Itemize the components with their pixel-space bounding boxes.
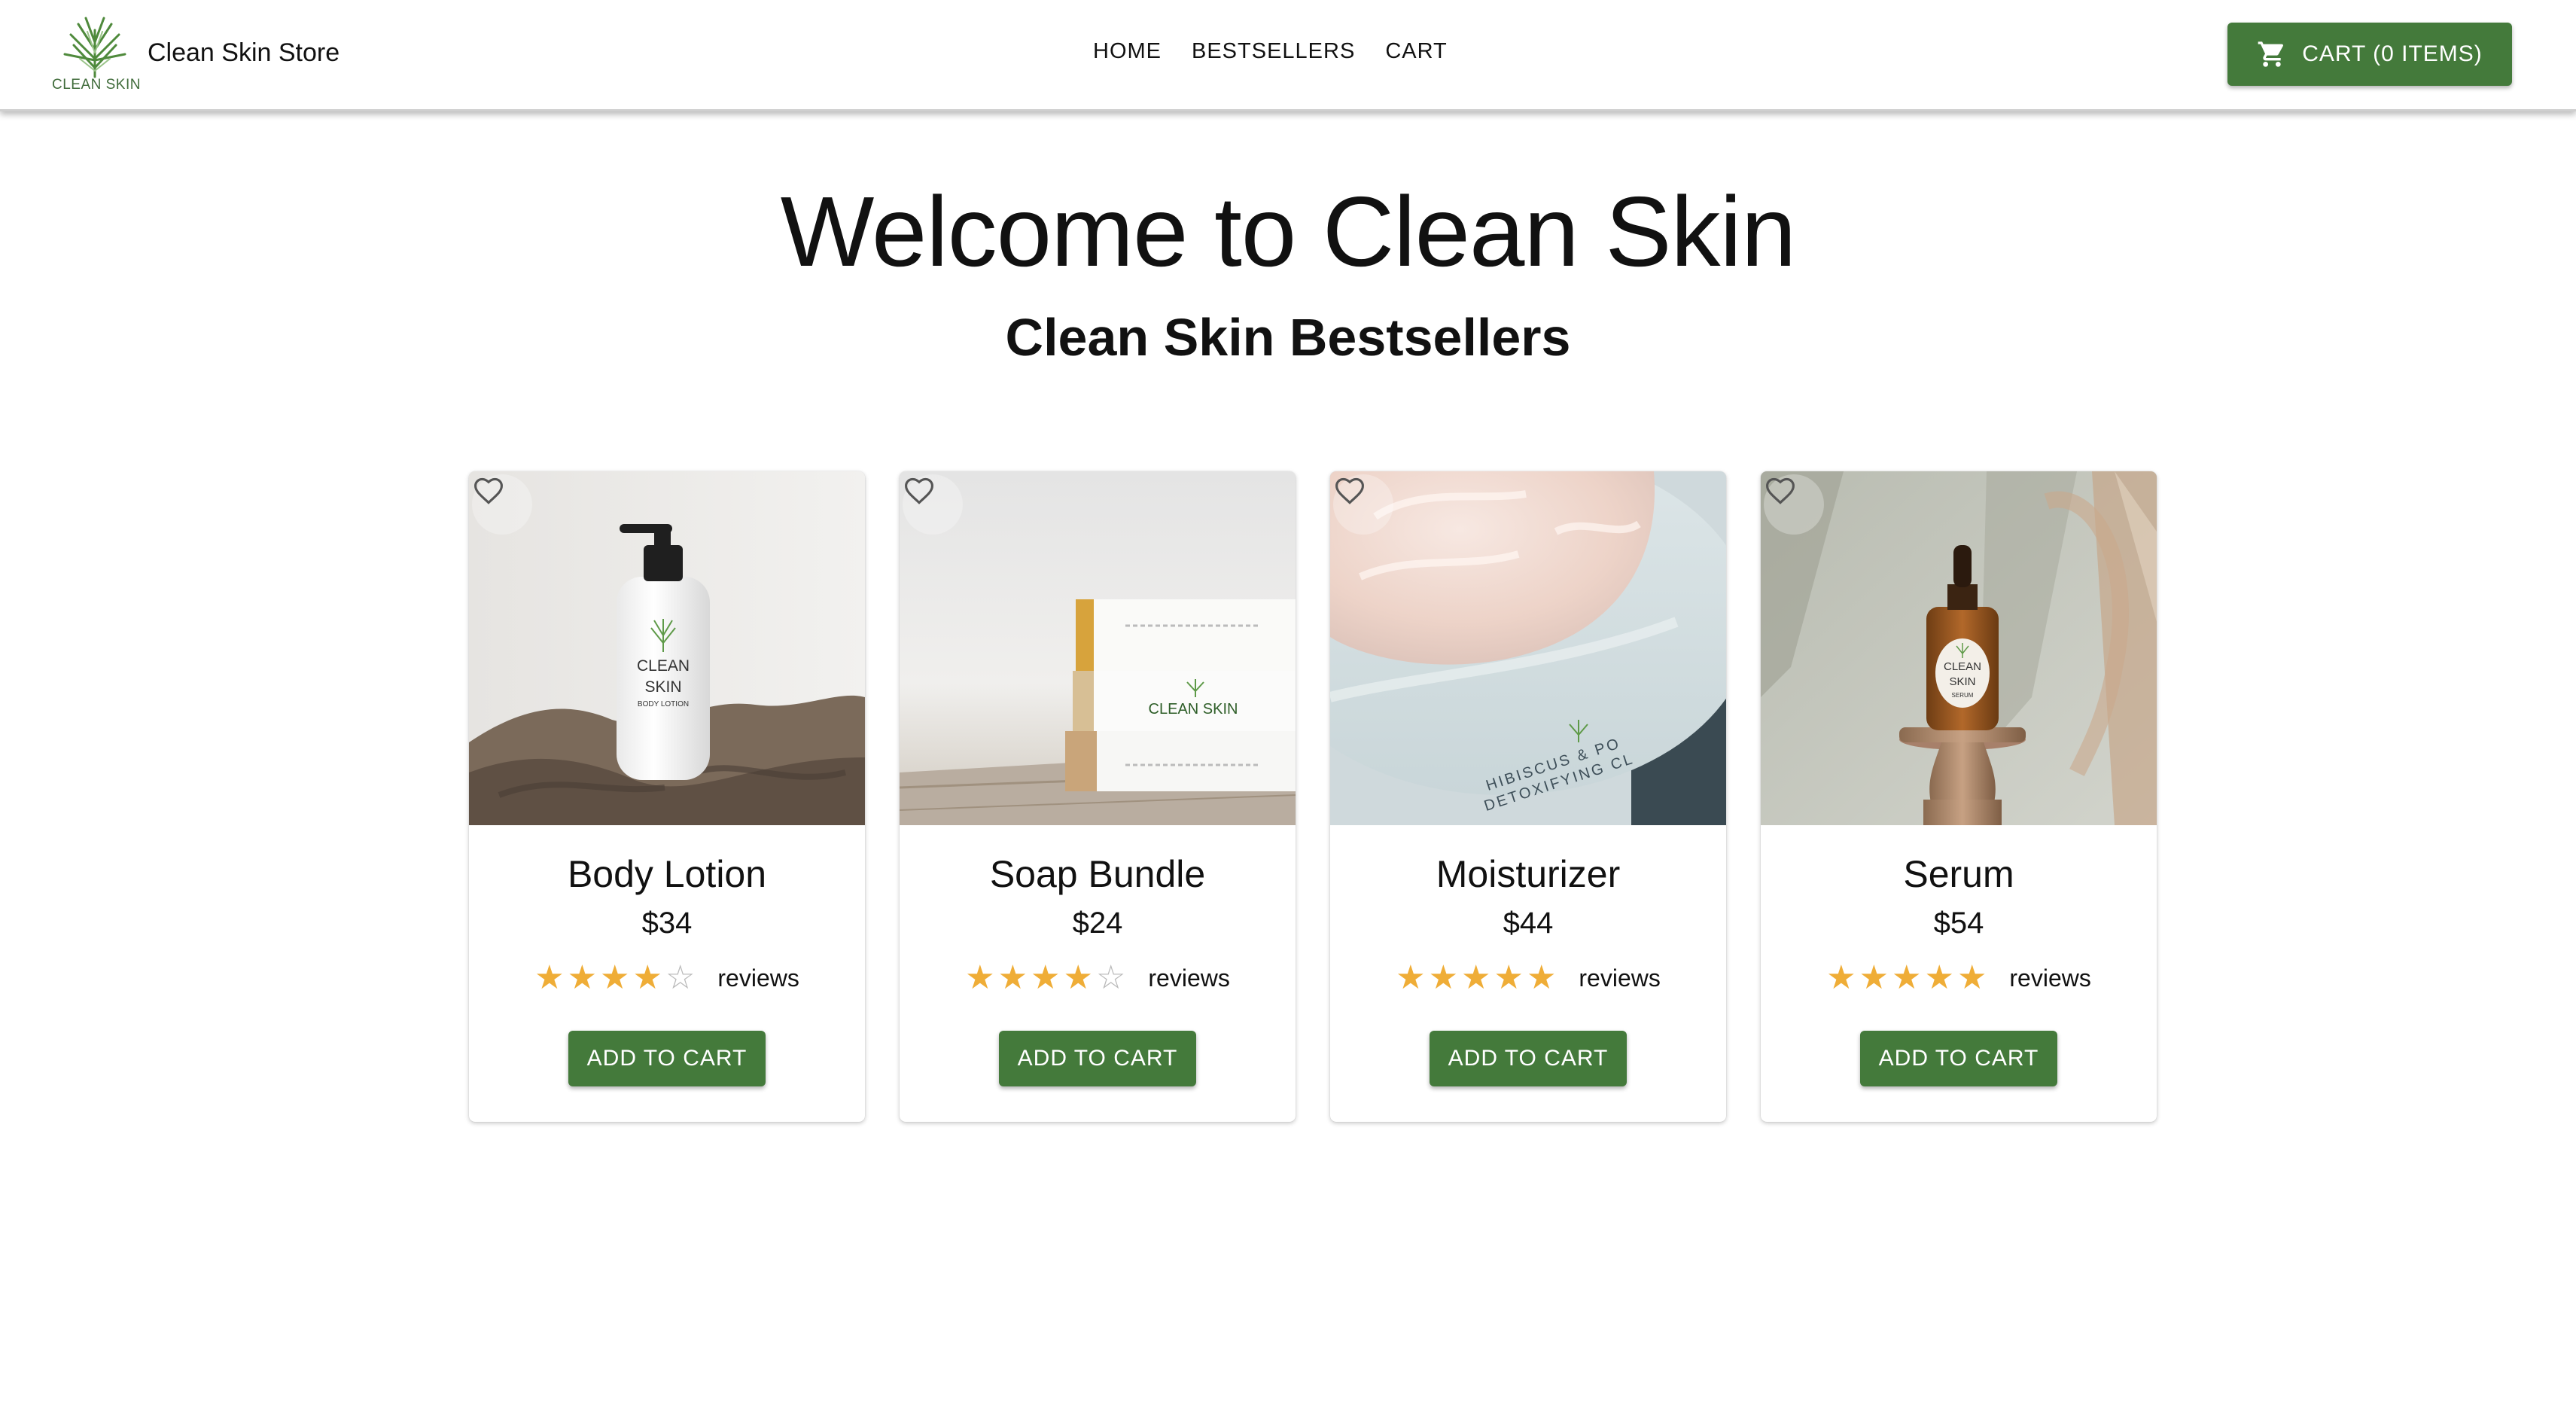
reviews-label: reviews xyxy=(2009,964,2091,992)
heart-icon xyxy=(905,477,933,504)
add-to-cart-button[interactable]: ADD TO CART xyxy=(1430,1031,1627,1086)
star-full-icon[interactable]: ★ xyxy=(1063,961,1092,995)
serum-photo: CLEAN SKIN SERUM xyxy=(1761,471,2157,825)
rating-row: ★ ★ ★ ★ ☆ reviews xyxy=(469,961,865,995)
star-full-icon[interactable]: ★ xyxy=(1461,961,1490,995)
star-rating[interactable]: ★ ★ ★ ★ ☆ xyxy=(534,961,695,995)
add-to-cart-button[interactable]: ADD TO CART xyxy=(999,1031,1196,1086)
cart-button-label: CART (0 ITEMS) xyxy=(2302,41,2483,66)
product-name: Soap Bundle xyxy=(989,853,1206,895)
favorite-button[interactable] xyxy=(472,474,532,535)
rating-row: ★ ★ ★ ★ ☆ reviews xyxy=(900,961,1296,995)
logo-text: CLEAN SKIN xyxy=(52,77,141,93)
reviews-label: reviews xyxy=(1148,964,1230,992)
star-full-icon[interactable]: ★ xyxy=(568,961,597,995)
soap-label: CLEAN SKIN xyxy=(1149,701,1238,718)
product-image[interactable]: CLEAN SKIN SERUM xyxy=(1761,471,2157,825)
star-full-icon[interactable]: ★ xyxy=(1527,961,1556,995)
star-full-icon[interactable]: ★ xyxy=(1494,961,1523,995)
rating-row: ★ ★ ★ ★ ★ reviews xyxy=(1761,961,2157,995)
bottle-label-line3: BODY LOTION xyxy=(638,700,689,708)
product-price: $34 xyxy=(641,906,693,940)
star-full-icon[interactable]: ★ xyxy=(1826,961,1856,995)
main-nav: HOME BESTSELLERS CART xyxy=(1093,39,1448,64)
bottle-label-line2: SKIN xyxy=(644,678,681,696)
heart-icon xyxy=(1335,477,1364,504)
star-full-icon[interactable]: ★ xyxy=(534,961,564,995)
reviews-label: reviews xyxy=(1579,964,1661,992)
product-name: Moisturizer xyxy=(1436,853,1621,895)
product-card-soap-bundle: CLEAN SKIN Soap Bundle $24 ★ ★ ★ ★ ☆ rev… xyxy=(900,471,1296,1122)
star-rating[interactable]: ★ ★ ★ ★ ★ xyxy=(1826,961,1987,995)
nav-bestsellers-link[interactable]: BESTSELLERS xyxy=(1192,39,1355,64)
page-title: Welcome to Clean Skin xyxy=(780,176,1797,287)
store-logo[interactable]: CLEAN SKIN xyxy=(50,15,143,93)
leaf-logo-icon xyxy=(63,17,126,78)
product-image[interactable]: CLEAN SKIN xyxy=(900,471,1296,825)
product-price: $54 xyxy=(1933,906,1984,940)
star-full-icon[interactable]: ★ xyxy=(1859,961,1889,995)
product-name: Serum xyxy=(1903,853,2014,895)
product-price: $44 xyxy=(1503,906,1554,940)
favorite-button[interactable] xyxy=(1333,474,1393,535)
star-empty-icon[interactable]: ☆ xyxy=(1096,961,1125,995)
star-full-icon[interactable]: ★ xyxy=(1957,961,1987,995)
serum-label-line1: CLEAN xyxy=(1944,660,1981,673)
bottle-label-line1: CLEAN xyxy=(637,657,690,675)
star-full-icon[interactable]: ★ xyxy=(965,961,994,995)
moisturizer-photo: HIBISCUS & PO DETOXIFYING CL xyxy=(1330,471,1726,825)
nav-home-link[interactable]: HOME xyxy=(1093,39,1162,64)
add-to-cart-button[interactable]: ADD TO CART xyxy=(1860,1031,2057,1086)
store-name[interactable]: Clean Skin Store xyxy=(148,38,340,68)
star-full-icon[interactable]: ★ xyxy=(998,961,1028,995)
soap-bundle-photo: CLEAN SKIN xyxy=(900,471,1296,825)
product-card-body-lotion: CLEAN SKIN BODY LOTION Body Lotion $34 ★… xyxy=(469,471,865,1122)
product-price: $24 xyxy=(1072,906,1123,940)
reviews-label: reviews xyxy=(717,964,799,992)
favorite-button[interactable] xyxy=(1764,474,1824,535)
rating-row: ★ ★ ★ ★ ★ reviews xyxy=(1330,961,1726,995)
product-card-serum: CLEAN SKIN SERUM Serum $54 ★ ★ ★ ★ ★ rev… xyxy=(1761,471,2157,1122)
section-title: Clean Skin Bestsellers xyxy=(1005,308,1571,367)
favorite-button[interactable] xyxy=(903,474,963,535)
serum-label-line2: SKIN xyxy=(1949,675,1975,688)
serum-label-line3: SERUM xyxy=(1952,692,1974,699)
body-lotion-photo: CLEAN SKIN BODY LOTION xyxy=(469,471,865,825)
shopping-cart-icon xyxy=(2258,41,2284,67)
star-empty-icon[interactable]: ☆ xyxy=(665,961,695,995)
star-rating[interactable]: ★ ★ ★ ★ ☆ xyxy=(965,961,1125,995)
heart-icon xyxy=(1766,477,1795,504)
cart-button[interactable]: CART (0 ITEMS) xyxy=(2227,23,2512,86)
heart-icon xyxy=(474,477,503,504)
product-image[interactable]: HIBISCUS & PO DETOXIFYING CL xyxy=(1330,471,1726,825)
star-full-icon[interactable]: ★ xyxy=(1924,961,1953,995)
star-rating[interactable]: ★ ★ ★ ★ ★ xyxy=(1396,961,1556,995)
top-app-bar: CLEAN SKIN Clean Skin Store HOME BESTSEL… xyxy=(0,0,2576,111)
star-full-icon[interactable]: ★ xyxy=(600,961,629,995)
product-card-moisturizer: HIBISCUS & PO DETOXIFYING CL Moisturizer… xyxy=(1330,471,1726,1122)
star-full-icon[interactable]: ★ xyxy=(1892,961,1921,995)
star-full-icon[interactable]: ★ xyxy=(632,961,662,995)
brand[interactable]: CLEAN SKIN Clean Skin Store xyxy=(50,15,340,93)
add-to-cart-button[interactable]: ADD TO CART xyxy=(568,1031,766,1086)
nav-cart-link[interactable]: CART xyxy=(1385,39,1447,64)
star-full-icon[interactable]: ★ xyxy=(1429,961,1458,995)
star-full-icon[interactable]: ★ xyxy=(1396,961,1425,995)
star-full-icon[interactable]: ★ xyxy=(1031,961,1060,995)
product-image[interactable]: CLEAN SKIN BODY LOTION xyxy=(469,471,865,825)
product-name: Body Lotion xyxy=(567,853,767,895)
